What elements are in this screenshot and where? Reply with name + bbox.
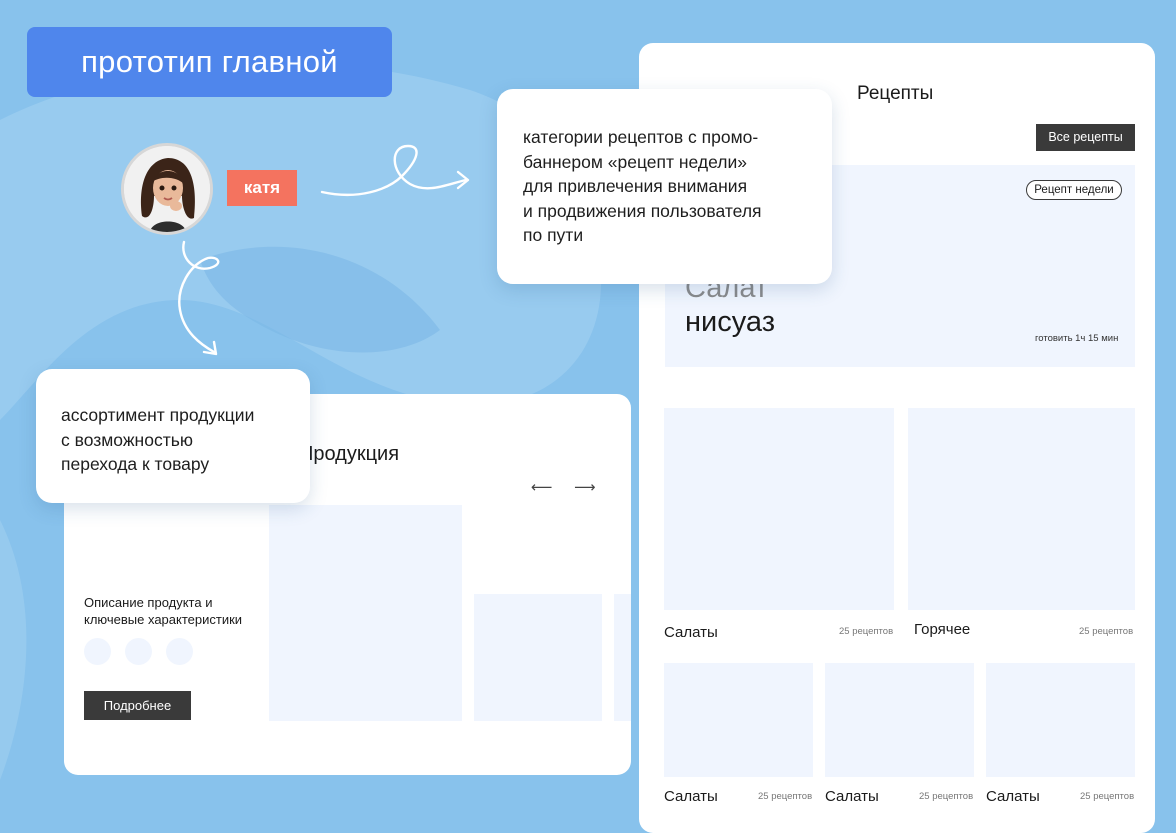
product-card-image[interactable] [269,505,462,721]
product-feature-dot [166,638,193,665]
note-line: с возможностью [61,429,193,450]
note-line: для привлечения внимания [523,176,748,196]
product-description-line: ключевые характеристики [84,612,243,627]
product-card-image[interactable] [474,594,602,721]
avatar-portrait-icon [124,146,210,232]
avatar [121,143,213,235]
category-card-count: 25 рецептов [919,791,974,802]
category-card-count: 25 рецептов [1079,626,1134,637]
note-line: по пути [523,225,584,245]
category-card-title: Горячее [914,621,971,638]
category-card-image[interactable] [664,408,894,610]
products-title: Продукция [299,443,400,465]
category-card-image[interactable] [986,663,1135,777]
category-card-title: Салаты [664,788,718,805]
banner-cook-time: готовить 1ч 15 мин [1035,333,1119,344]
category-card-image[interactable] [908,408,1135,610]
category-card-count: 25 рецептов [758,791,813,802]
category-card-image[interactable] [825,663,974,777]
note-line: ассортимент продукции [61,405,255,425]
product-card-image[interactable] [614,594,631,721]
category-card-title: Салаты [664,624,718,641]
banner-title-line-2: нисуаз [685,306,775,338]
note-line: баннером «рецепт недели» [523,151,747,172]
note-line: и продвижения пользователя [523,200,762,221]
curly-arrow-down-icon [178,240,220,356]
product-description-line: Описание продукта и [84,595,213,610]
recipes-title: Рецепты [857,83,934,104]
more-details-button[interactable]: Подробнее [84,691,191,720]
product-description: Описание продукта и ключевые характерист… [84,594,242,628]
curly-arrow-right-icon [320,144,470,196]
products-annotation-note: ассортимент продукции с возможностью пер… [36,369,310,503]
category-card-title: Салаты [825,788,879,805]
note-line: перехода к товару [61,454,210,474]
product-feature-dot [125,638,152,665]
page-title-badge: прототип главной [27,27,392,97]
category-card-count: 25 рецептов [839,626,894,637]
recipes-annotation-note: категории рецептов с промо- баннером «ре… [497,89,832,284]
product-feature-dot [84,638,111,665]
carousel-prev-arrow-icon[interactable]: ⟵ [531,478,553,496]
note-line: категории рецептов с промо- [523,127,759,147]
category-card-image[interactable] [664,663,813,777]
category-card-count: 25 рецептов [1080,791,1135,802]
recipe-of-week-badge: Рецепт недели [1026,180,1122,200]
user-name-tag: катя [227,170,297,206]
carousel-next-arrow-icon[interactable]: ⟶ [574,478,596,496]
all-recipes-button[interactable]: Все рецепты [1036,124,1135,151]
category-card-title: Салаты [986,788,1040,805]
